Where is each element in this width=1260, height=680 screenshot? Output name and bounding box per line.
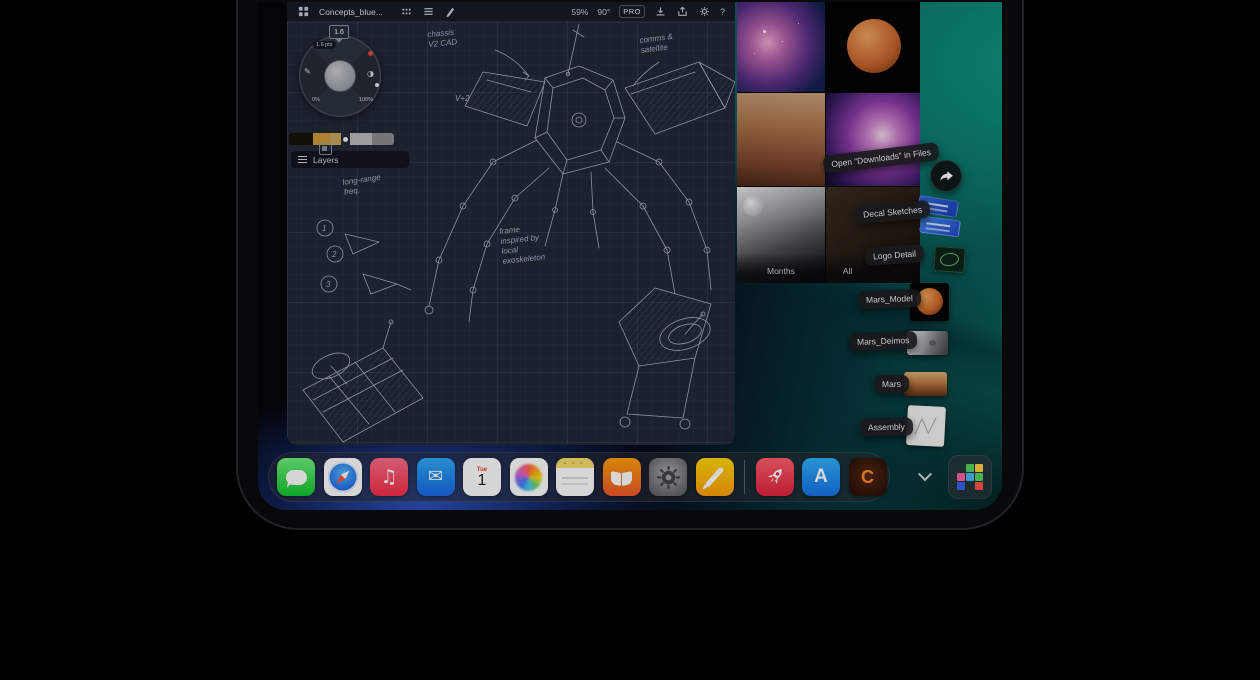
svg-text:1: 1	[322, 224, 326, 233]
help-icon[interactable]: ?	[720, 7, 725, 17]
safari-app-icon[interactable]	[324, 458, 362, 496]
calendar-day: 1	[478, 473, 487, 490]
concepts-app-window: Concepts_blue... 59% 90° PRO	[287, 2, 735, 445]
decal-card-icon	[919, 216, 961, 238]
messages-app-icon[interactable]	[277, 458, 315, 496]
notes-header-icon	[556, 458, 594, 468]
forward-arrow-icon	[938, 168, 955, 185]
export-share-icon[interactable]	[676, 5, 689, 18]
drag-item-mars-model[interactable]: Mars_Model	[858, 289, 921, 309]
palette-selector-dot[interactable]	[343, 137, 348, 142]
ipad-device: Concepts_blue... 59% 90° PRO	[236, 0, 1024, 530]
drag-item-mars-deimos[interactable]: Mars_Deimos	[849, 331, 918, 351]
menu-lines-icon[interactable]	[422, 5, 435, 18]
layers-menu-icon	[298, 156, 307, 163]
music-note-icon: ♫	[380, 468, 397, 487]
tool-wheel-knob[interactable]	[324, 60, 356, 92]
app-store-letter-icon: A	[814, 466, 828, 488]
photos-app-panel: Months All	[737, 2, 920, 283]
brush-tool-wheel[interactable]: 1.6 1.6 pts ✎ ◑ 0% 100%	[299, 35, 381, 117]
ipad-screen: Concepts_blue... 59% 90° PRO	[258, 2, 1002, 510]
import-icon[interactable]	[654, 5, 667, 18]
rocket-icon	[756, 459, 793, 496]
markup-app-icon[interactable]	[696, 458, 734, 496]
music-app-icon[interactable]: ♫	[370, 458, 408, 496]
photos-app-icon[interactable]	[510, 458, 548, 496]
active-color-dot[interactable]	[368, 51, 373, 56]
layers-panel-header[interactable]: Layers	[291, 151, 409, 168]
share-forward-button[interactable]	[930, 160, 962, 192]
speech-bubble-icon	[286, 470, 307, 485]
pen-tool-icon[interactable]	[444, 5, 457, 18]
drag-item-mars[interactable]: Mars	[874, 375, 909, 394]
mars-thumbnail[interactable]	[904, 372, 947, 396]
color-palette	[289, 133, 394, 145]
open-book-icon	[611, 472, 633, 485]
photos-grid	[737, 2, 920, 283]
opacity-max-label: 100%	[359, 97, 373, 103]
palette-swatch-gray[interactable]	[372, 133, 394, 145]
dots-grid-icon[interactable]	[400, 5, 413, 18]
document-title[interactable]: Concepts_blue...	[319, 7, 391, 17]
photo-thumbnail-mars-desert[interactable]	[737, 93, 825, 186]
canvas-annotation-frame: frameinspired by localexoskeleton	[499, 223, 546, 267]
canvas-annotation-v2: V+2	[455, 94, 469, 104]
notes-lines-icon	[562, 477, 588, 479]
envelope-icon: ✉	[428, 468, 443, 486]
rotation-angle[interactable]: 90°	[597, 7, 610, 17]
drag-item-assembly[interactable]: Assembly	[860, 418, 913, 437]
rocket-app-icon[interactable]	[756, 458, 794, 496]
pixel-sprite-icon	[957, 464, 983, 490]
mail-app-icon[interactable]: ✉	[417, 458, 455, 496]
svg-text:3: 3	[326, 280, 331, 289]
opacity-contrast-icon[interactable]: ◑	[367, 69, 374, 78]
gear-icon	[656, 465, 681, 490]
canvas-annotation-chassis: chassisV2 CAD	[427, 27, 458, 49]
palette-swatch-light-gray[interactable]	[350, 133, 372, 145]
flower-icon	[515, 464, 542, 491]
app-store-app-icon[interactable]: A	[802, 458, 840, 496]
brush-size-flag: 1.6	[329, 25, 349, 39]
svg-text:2: 2	[331, 250, 337, 259]
tool-wheel-ring[interactable]: 1.6 pts ✎ ◑ 0% 100%	[299, 35, 381, 117]
notes-app-icon[interactable]	[556, 458, 594, 496]
canvas-annotation-comms: comms &satellite	[639, 32, 675, 56]
books-app-icon[interactable]	[603, 458, 641, 496]
photo-thumbnail-mars-planet[interactable]	[826, 2, 920, 92]
settings-gear-icon[interactable]	[698, 5, 711, 18]
opacity-min-label: 0%	[312, 97, 320, 103]
pencil-icon	[705, 467, 724, 488]
brush-size-pts: 1.6 pts	[313, 41, 336, 49]
logo-detail-thumbnail[interactable]	[933, 246, 966, 273]
pinned-widget-icon[interactable]	[948, 455, 992, 499]
concepts-toolbar: Concepts_blue... 59% 90° PRO	[287, 2, 735, 22]
chevron-down-icon	[918, 467, 932, 481]
c-letter-icon: C	[861, 467, 874, 488]
photos-tab-months[interactable]: Months	[767, 266, 795, 276]
apps-grid-icon[interactable]	[297, 5, 310, 18]
dock: ♫ ✉ Tue 1	[268, 452, 890, 502]
photos-tab-all[interactable]: All	[843, 266, 852, 276]
pro-badge[interactable]: PRO	[619, 5, 645, 18]
zoom-level[interactable]: 59%	[571, 7, 588, 17]
settings-app-icon[interactable]	[649, 458, 687, 496]
photo-thumbnail-nebula[interactable]	[737, 2, 825, 92]
c-app-icon[interactable]: C	[849, 458, 887, 496]
secondary-color-dot[interactable]	[375, 83, 379, 87]
dismiss-chevron-button[interactable]	[914, 468, 936, 486]
dock-divider	[744, 460, 745, 494]
palette-swatch-dark[interactable]	[289, 133, 313, 145]
grid-settings-icon[interactable]	[319, 143, 332, 155]
layers-label: Layers	[313, 155, 339, 165]
compass-icon	[328, 462, 358, 492]
brush-icon[interactable]: ✎	[304, 67, 311, 76]
calendar-app-icon[interactable]: Tue 1	[463, 458, 501, 496]
